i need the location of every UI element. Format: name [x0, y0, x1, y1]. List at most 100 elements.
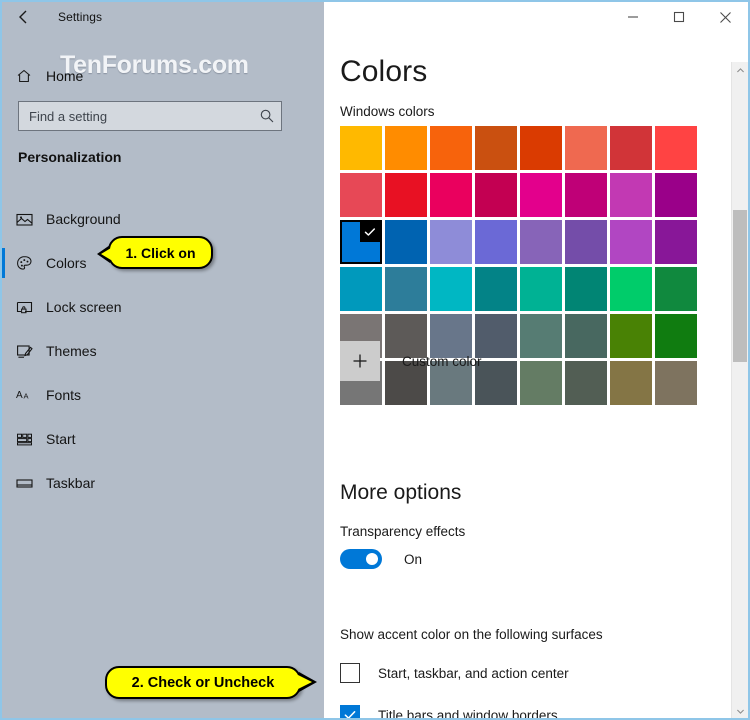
color-swatch[interactable]	[610, 220, 652, 264]
color-swatch[interactable]	[565, 126, 607, 170]
checkbox-label: Title bars and window borders	[378, 707, 558, 720]
settings-window: Settings Home Find a setting Personaliza…	[0, 0, 750, 720]
title-bar-left: Settings	[2, 2, 324, 32]
color-swatch[interactable]	[385, 220, 427, 264]
checkbox-start-taskbar[interactable]	[340, 663, 360, 683]
color-swatch[interactable]	[565, 220, 607, 264]
search-placeholder: Find a setting	[29, 108, 108, 124]
windows-colors-label: Windows colors	[340, 104, 435, 119]
sidebar-item-label: Themes	[46, 343, 97, 359]
more-options-title: More options	[340, 481, 462, 504]
selection-indicator	[2, 248, 5, 278]
sidebar-item-start[interactable]: Start	[2, 417, 324, 461]
selection-indicator	[2, 380, 5, 410]
scroll-down-button[interactable]	[732, 703, 748, 718]
start-tiles-icon	[2, 430, 46, 449]
taskbar-icon	[2, 474, 46, 493]
callout-text: 1. Click on	[125, 244, 196, 261]
color-swatch[interactable]	[655, 361, 697, 405]
selection-indicator	[2, 336, 5, 366]
checkbox-row-title-bars[interactable]: Title bars and window borders	[340, 705, 558, 720]
picture-icon	[2, 210, 46, 229]
themes-brush-icon	[2, 342, 46, 361]
color-swatch[interactable]	[430, 126, 472, 170]
toggle-knob	[366, 553, 378, 565]
color-swatch[interactable]	[610, 267, 652, 311]
color-swatch[interactable]	[340, 126, 382, 170]
chevron-down-icon	[736, 709, 744, 714]
transparency-toggle-row[interactable]: On	[340, 549, 422, 569]
color-swatch[interactable]	[520, 361, 562, 405]
color-swatch[interactable]	[610, 361, 652, 405]
back-button[interactable]	[2, 2, 46, 32]
color-swatch[interactable]	[565, 314, 607, 358]
sidebar-item-themes[interactable]: Themes	[2, 329, 324, 373]
color-swatch[interactable]	[475, 267, 517, 311]
callout-text: 2. Check or Uncheck	[131, 674, 275, 691]
color-swatch[interactable]	[520, 126, 562, 170]
color-swatch[interactable]	[385, 267, 427, 311]
color-swatch[interactable]	[340, 267, 382, 311]
color-swatch[interactable]	[565, 173, 607, 217]
color-swatch[interactable]	[475, 126, 517, 170]
color-swatch[interactable]	[655, 173, 697, 217]
color-swatch[interactable]	[520, 267, 562, 311]
close-button[interactable]	[702, 2, 748, 32]
custom-color-button[interactable]	[340, 341, 380, 381]
color-swatch[interactable]	[655, 267, 697, 311]
callout-tail-fill	[101, 248, 111, 260]
sidebar-item-home[interactable]: Home	[2, 59, 324, 93]
checkbox-title-bars[interactable]	[340, 705, 360, 718]
color-swatch[interactable]	[430, 173, 472, 217]
color-swatch[interactable]	[610, 173, 652, 217]
color-swatch[interactable]	[655, 220, 697, 264]
color-swatch[interactable]	[430, 220, 472, 264]
scrollbar-thumb[interactable]	[733, 210, 747, 362]
content-scrollbar[interactable]	[731, 62, 748, 718]
chevron-up-icon	[736, 68, 744, 73]
color-swatch[interactable]	[475, 220, 517, 264]
close-icon	[719, 11, 731, 23]
home-icon	[2, 67, 46, 85]
transparency-toggle[interactable]	[340, 549, 382, 569]
minimize-button[interactable]	[610, 2, 656, 32]
color-swatch[interactable]	[655, 314, 697, 358]
sidebar-item-taskbar[interactable]: Taskbar	[2, 461, 324, 505]
checkbox-row-start-taskbar[interactable]: Start, taskbar, and action center	[340, 663, 569, 683]
accent-surfaces-label: Show accent color on the following surfa…	[340, 627, 603, 642]
color-swatch[interactable]	[655, 126, 697, 170]
lock-screen-icon	[2, 298, 46, 317]
color-swatch[interactable]	[385, 173, 427, 217]
color-swatch[interactable]	[520, 220, 562, 264]
color-swatch[interactable]	[565, 361, 607, 405]
color-swatch[interactable]	[610, 126, 652, 170]
maximize-button[interactable]	[656, 2, 702, 32]
sidebar-item-lock-screen[interactable]: Lock screen	[2, 285, 324, 329]
color-swatch[interactable]	[520, 173, 562, 217]
check-icon	[344, 711, 356, 718]
color-swatch[interactable]	[475, 173, 517, 217]
color-swatch[interactable]	[610, 314, 652, 358]
color-swatch-selected[interactable]	[340, 220, 382, 264]
color-swatch[interactable]	[340, 173, 382, 217]
sidebar-item-label: Start	[46, 431, 76, 447]
custom-color-row[interactable]: Custom color	[340, 341, 482, 381]
window-title: Settings	[58, 10, 103, 24]
sidebar: Home Find a setting Personalization Back…	[2, 32, 324, 718]
sidebar-item-fonts[interactable]: A A Fonts	[2, 373, 324, 417]
page-title: Colors	[340, 55, 428, 88]
sidebar-item-label: Fonts	[46, 387, 82, 403]
selection-indicator	[2, 204, 5, 234]
color-swatch[interactable]	[520, 314, 562, 358]
maximize-icon	[673, 11, 685, 23]
callout-click-on: 1. Click on	[97, 236, 213, 269]
scroll-up-button[interactable]	[732, 62, 748, 79]
fonts-aa-icon: A A	[2, 386, 46, 405]
color-swatch[interactable]	[565, 267, 607, 311]
custom-color-label: Custom color	[402, 353, 482, 369]
color-swatch[interactable]	[385, 126, 427, 170]
search-input[interactable]: Find a setting	[18, 101, 282, 131]
color-swatch[interactable]	[430, 267, 472, 311]
sidebar-item-background[interactable]: Background	[2, 197, 324, 241]
search-icon	[253, 108, 281, 124]
